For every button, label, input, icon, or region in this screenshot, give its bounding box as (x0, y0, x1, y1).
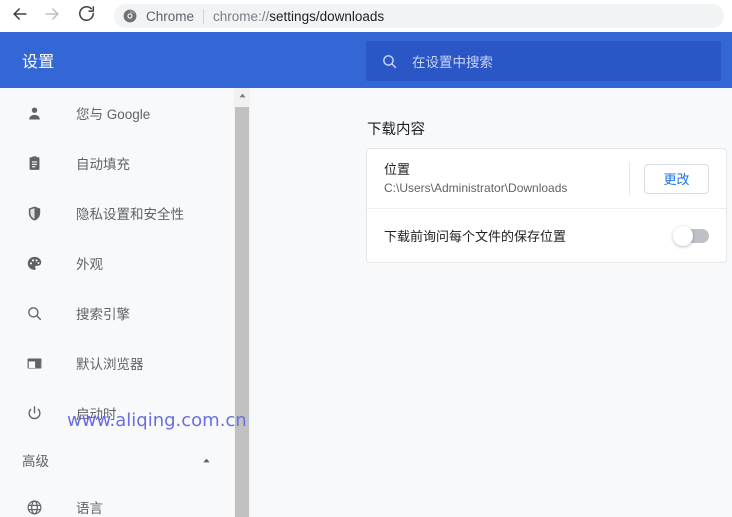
sidebar-scrollbar[interactable] (234, 88, 250, 517)
arrow-left-icon (10, 4, 30, 29)
clipboard-icon (22, 151, 46, 175)
search-icon (380, 52, 398, 70)
sidebar-item-label: 隐私设置和安全性 (76, 207, 184, 222)
ask-where-to-save-row: 下载前询问每个文件的保存位置 (367, 209, 726, 262)
scrollbar-thumb[interactable] (235, 107, 249, 517)
search-input[interactable]: 在设置中搜索 (366, 41, 721, 81)
chrome-logo-icon (122, 8, 138, 24)
reload-icon (77, 4, 96, 28)
settings-sidebar: 您与 Google 自动填充 隐私设置和安全性 外观 搜索引擎 默认浏览器 启动… (0, 88, 234, 517)
sidebar-item-privacy-and-security[interactable]: 隐私设置和安全性 (0, 188, 234, 238)
section-title: 下载内容 (367, 122, 425, 138)
ask-where-to-save-label: 下载前询问每个文件的保存位置 (384, 229, 567, 244)
omnibox-url: chrome://settings/downloads (213, 9, 384, 24)
omnibox-separator (203, 8, 205, 24)
search-icon (22, 301, 46, 325)
settings-content: 下载内容 位置 C:\Users\Administrator\Downloads… (250, 88, 732, 517)
download-location-texts: 位置 C:\Users\Administrator\Downloads (384, 161, 619, 197)
chevron-up-icon (200, 454, 212, 466)
forward-button[interactable] (38, 2, 66, 30)
sidebar-item-languages[interactable]: 语言 (0, 482, 234, 517)
palette-icon (22, 251, 46, 275)
sidebar-item-label: 语言 (76, 501, 103, 516)
sidebar-item-label: 自动填充 (76, 157, 130, 172)
shield-icon (22, 201, 46, 225)
omnibox-url-path: settings/downloads (269, 8, 385, 24)
sidebar-advanced-section-toggle[interactable]: 高级 (0, 438, 234, 482)
sidebar-item-appearance[interactable]: 外观 (0, 238, 234, 288)
change-location-button[interactable]: 更改 (644, 163, 709, 194)
reload-button[interactable] (72, 2, 100, 30)
download-location-label: 位置 (384, 161, 411, 177)
chrome-settings-window: Chrome chrome://settings/downloads 设置 在设… (0, 0, 732, 517)
search-placeholder: 在设置中搜索 (412, 55, 493, 70)
arrow-right-icon (42, 4, 62, 29)
downloads-settings-card: 位置 C:\Users\Administrator\Downloads 更改 下… (366, 148, 727, 263)
triangle-up-icon (238, 87, 247, 105)
sidebar-item-label: 启动时 (76, 407, 117, 422)
omnibox-app-name: Chrome (146, 8, 195, 24)
sidebar-item-autofill[interactable]: 自动填充 (0, 138, 234, 188)
sidebar-item-on-startup[interactable]: 启动时 (0, 388, 234, 438)
toggle-knob (673, 225, 693, 246)
omnibox-url-scheme: chrome:// (213, 8, 270, 24)
sidebar-item-label: 默认浏览器 (76, 357, 144, 372)
sidebar-item-label: 您与 Google (76, 107, 151, 122)
sidebar-item-search-engine[interactable]: 搜索引擎 (0, 288, 234, 338)
scrollbar-up-button[interactable] (234, 88, 250, 104)
sidebar-item-label: 外观 (76, 257, 103, 272)
sidebar-item-you-and-google[interactable]: 您与 Google (0, 88, 234, 138)
download-location-row: 位置 C:\Users\Administrator\Downloads 更改 (367, 149, 726, 209)
download-location-path: C:\Users\Administrator\Downloads (384, 180, 568, 195)
browser-toolbar: Chrome chrome://settings/downloads (0, 0, 732, 32)
address-bar[interactable]: Chrome chrome://settings/downloads (114, 4, 724, 28)
sidebar-item-default-browser[interactable]: 默认浏览器 (0, 338, 234, 388)
page-title: 设置 (22, 54, 55, 71)
globe-icon (22, 495, 46, 517)
back-button[interactable] (6, 2, 34, 30)
person-icon (22, 101, 46, 125)
sidebar-item-label: 搜索引擎 (76, 307, 130, 322)
ask-where-to-save-toggle[interactable] (673, 225, 709, 246)
power-icon (22, 401, 46, 425)
browser-window-icon (22, 351, 46, 375)
row-divider (629, 161, 630, 196)
sidebar-advanced-label: 高级 (22, 454, 49, 469)
